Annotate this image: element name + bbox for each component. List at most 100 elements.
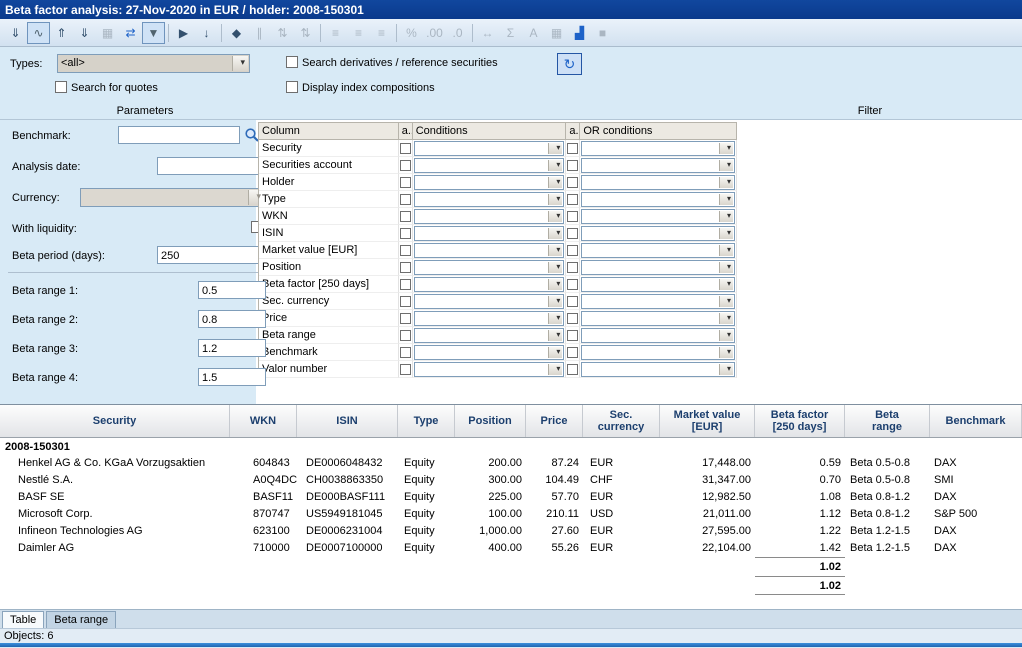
filter-or-and-checkbox[interactable] <box>567 211 578 222</box>
benchmark-input[interactable] <box>118 126 240 144</box>
table-row[interactable]: BASF SEBASF11DE000BASF111Equity225.0057.… <box>0 489 1022 506</box>
filter-or-and-checkbox[interactable] <box>567 143 578 154</box>
filter-and-checkbox[interactable] <box>400 194 411 205</box>
filter-condition-select[interactable] <box>414 141 565 156</box>
column-header-price[interactable]: Price <box>526 405 583 437</box>
filter-or-and-checkbox[interactable] <box>567 347 578 358</box>
column-header-type[interactable]: Type <box>398 405 455 437</box>
filter-or-and-checkbox[interactable] <box>567 330 578 341</box>
filter-or-condition-select[interactable] <box>581 294 735 309</box>
filter-or-and-checkbox[interactable] <box>567 194 578 205</box>
column-header-wkn[interactable]: WKN <box>230 405 297 437</box>
column-header-security[interactable]: Security <box>0 405 230 437</box>
filter-condition-select[interactable] <box>414 226 565 241</box>
filter-or-condition-select[interactable] <box>581 345 735 360</box>
filter-or-and-checkbox[interactable] <box>567 364 578 375</box>
filter-and-checkbox[interactable] <box>400 245 411 256</box>
filter-and-checkbox[interactable] <box>400 228 411 239</box>
benchmark-label: Benchmark: <box>12 130 71 142</box>
filter-and-checkbox[interactable] <box>400 347 411 358</box>
filter-and-checkbox[interactable] <box>400 262 411 273</box>
filter-and-checkbox[interactable] <box>400 143 411 154</box>
filter-or-condition-select[interactable] <box>581 175 735 190</box>
column-header-market_value[interactable]: Market value [EUR] <box>660 405 755 437</box>
filter-and-checkbox[interactable] <box>400 364 411 375</box>
table-row[interactable]: Nestlé S.A.A0Q4DCCH0038863350Equity300.0… <box>0 472 1022 489</box>
beta-range-3-input[interactable] <box>198 339 266 357</box>
filter-and-checkbox[interactable] <box>400 211 411 222</box>
chart-view-icon[interactable]: ∿ <box>27 22 50 44</box>
anchor-icon[interactable]: ◆ <box>225 22 248 44</box>
table-row[interactable]: Microsoft Corp.870747US5949181045Equity1… <box>0 506 1022 523</box>
beta-range-1-input[interactable] <box>198 281 266 299</box>
beta-period-input[interactable] <box>157 246 266 264</box>
table-row[interactable]: Henkel AG & Co. KGaA Vorzugsaktien604843… <box>0 455 1022 472</box>
filter-and-checkbox[interactable] <box>400 330 411 341</box>
filter-condition-select[interactable] <box>414 175 565 190</box>
tab-table[interactable]: Table <box>2 611 44 628</box>
filter-or-condition-select[interactable] <box>581 260 735 275</box>
filter-condition-select[interactable] <box>414 192 565 207</box>
display-index-compositions-checkbox[interactable] <box>286 81 298 93</box>
filter-condition-select[interactable] <box>414 260 565 275</box>
filter-or-condition-select[interactable] <box>581 158 735 173</box>
filter-or-condition-select[interactable] <box>581 209 735 224</box>
table-row[interactable]: Daimler AG710000DE0007100000Equity400.00… <box>0 540 1022 557</box>
filter-or-and-checkbox[interactable] <box>567 177 578 188</box>
move-down-icon[interactable]: ⇓ <box>73 22 96 44</box>
search-derivatives-checkbox[interactable] <box>286 56 298 68</box>
filter-or-condition-select[interactable] <box>581 226 735 241</box>
tab-beta-range[interactable]: Beta range <box>46 611 116 628</box>
export-analysis-icon[interactable]: ⇓ <box>4 22 27 44</box>
filter-condition-select[interactable] <box>414 209 565 224</box>
search-for-quotes-checkbox[interactable] <box>55 81 67 93</box>
filter-and-checkbox[interactable] <box>400 177 411 188</box>
security-group-row[interactable]: 2008-150301 <box>0 438 1022 455</box>
column-header-isin[interactable]: ISIN <box>297 405 398 437</box>
column-header-benchmark[interactable]: Benchmark <box>930 405 1022 437</box>
move-up-icon[interactable]: ⇑ <box>50 22 73 44</box>
column-header-position[interactable]: Position <box>455 405 526 437</box>
column-header-beta_range[interactable]: Beta range <box>845 405 930 437</box>
filter-or-condition-select[interactable] <box>581 243 735 258</box>
filter-or-condition-select[interactable] <box>581 141 735 156</box>
analysis-date-input[interactable] <box>157 157 266 175</box>
filter-and-checkbox[interactable] <box>400 313 411 324</box>
filter-or-condition-select[interactable] <box>581 362 735 377</box>
filter-condition-select[interactable] <box>414 243 565 258</box>
filter-or-and-checkbox[interactable] <box>567 279 578 290</box>
types-select[interactable]: <all> <box>57 54 250 73</box>
filter-and-checkbox[interactable] <box>400 296 411 307</box>
filter-condition-select[interactable] <box>414 362 565 377</box>
filter-and-checkbox[interactable] <box>400 279 411 290</box>
step-into-icon[interactable]: ↓ <box>195 22 218 44</box>
filter-condition-select[interactable] <box>414 328 565 343</box>
filter-or-and-checkbox[interactable] <box>567 245 578 256</box>
filter-and-checkbox[interactable] <box>400 160 411 171</box>
filter-or-and-checkbox[interactable] <box>567 160 578 171</box>
filter-or-and-checkbox[interactable] <box>567 262 578 273</box>
filter-condition-select[interactable] <box>414 294 565 309</box>
bar-chart-icon[interactable]: ▟ <box>568 22 591 44</box>
filter-condition-select[interactable] <box>414 277 565 292</box>
refresh-icon[interactable]: ⇄ <box>119 22 142 44</box>
beta-range-2-input[interactable] <box>198 310 266 328</box>
run-icon[interactable]: ▶ <box>172 22 195 44</box>
filter-icon[interactable]: ▼ <box>142 22 165 44</box>
column-header-currency[interactable]: Sec. currency <box>583 405 660 437</box>
filter-or-and-checkbox[interactable] <box>567 296 578 307</box>
table-row[interactable]: Infineon Technologies AG623100DE00062310… <box>0 523 1022 540</box>
filter-or-condition-select[interactable] <box>581 311 735 326</box>
filter-or-condition-select[interactable] <box>581 328 735 343</box>
filter-table-body: SecuritySecurities accountHolderTypeWKNI… <box>259 140 737 378</box>
beta-range-4-input[interactable] <box>198 368 266 386</box>
filter-or-condition-select[interactable] <box>581 277 735 292</box>
refresh-button[interactable]: ↻ <box>557 53 582 75</box>
filter-condition-select[interactable] <box>414 158 565 173</box>
column-header-beta_factor[interactable]: Beta factor [250 days] <box>755 405 845 437</box>
filter-or-and-checkbox[interactable] <box>567 313 578 324</box>
filter-condition-select[interactable] <box>414 345 565 360</box>
filter-or-condition-select[interactable] <box>581 192 735 207</box>
filter-or-and-checkbox[interactable] <box>567 228 578 239</box>
filter-condition-select[interactable] <box>414 311 565 326</box>
